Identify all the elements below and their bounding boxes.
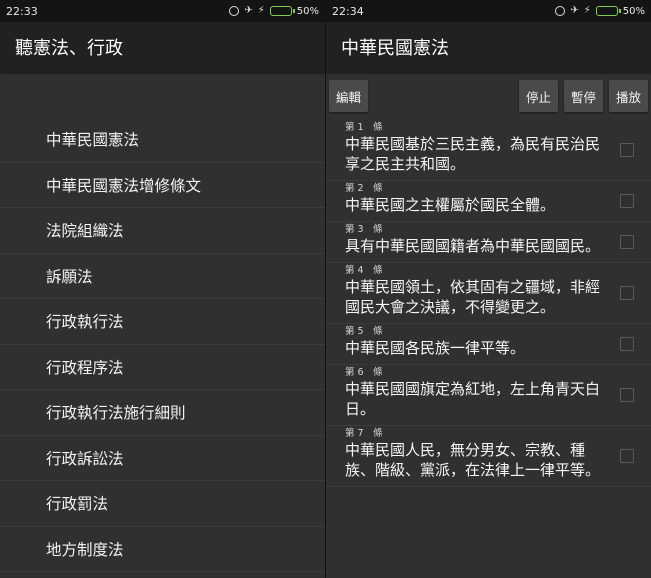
article-checkbox[interactable] <box>620 286 634 300</box>
law-list-item-label: 中華民國憲法增修條文 <box>46 176 202 195</box>
article-row[interactable]: 第 1 條中華民國基於三民主義，為民有民治民享之民主共和國。 <box>326 120 651 181</box>
status-icons: ✈ ⚡ 50% <box>555 6 645 17</box>
article-text: 中華民國基於三民主義，為民有民治民享之民主共和國。 <box>345 135 601 173</box>
app-title: 聽憲法、行政 <box>15 38 123 59</box>
stop-button[interactable]: 停止 <box>518 80 558 112</box>
article-number: 第 5 條 <box>345 326 383 337</box>
law-list-item-label: 行政罰法 <box>46 495 109 514</box>
article-number: 第 6 條 <box>345 367 383 378</box>
law-list-item-label: 法院組織法 <box>46 222 124 241</box>
law-list: 中華民國憲法中華民國憲法增修條文 法院組織法訴願法行政執行法行政程序法行政執行法施… <box>0 72 325 572</box>
article-checkbox[interactable] <box>620 337 634 351</box>
law-list-item-label: 行政訴訟法 <box>46 449 124 468</box>
article-row[interactable]: 第 3 條具有中華民國國籍者為中華民國國民。 <box>326 222 651 263</box>
article-checkbox[interactable] <box>620 194 634 208</box>
law-list-item-label: 訴願法 <box>46 267 93 286</box>
law-list-item[interactable]: 行政程序法 <box>0 345 325 390</box>
law-list-item[interactable]: 中華民國憲法增修條文 <box>0 163 325 208</box>
article-text: 中華民國各民族一律平等。 <box>345 339 526 357</box>
law-list-item-label: 地方制度法 <box>46 540 124 559</box>
article-row[interactable]: 第 5 條中華民國各民族一律平等。 <box>326 324 651 365</box>
law-list-item[interactable]: 法院組織法 <box>0 208 325 254</box>
charging-icon: ⚡ <box>257 5 265 16</box>
law-list-item[interactable]: 行政執行法 <box>0 299 325 345</box>
charging-icon: ⚡ <box>583 5 591 16</box>
article-text: 中華民國之主權屬於國民全體。 <box>345 196 556 214</box>
article-text: 中華民國領土，依其固有之疆域，非經國民大會之決議，不得變更之。 <box>345 278 601 316</box>
article-number: 第 4 條 <box>345 265 383 276</box>
article-checkbox[interactable] <box>620 388 634 402</box>
law-list-item[interactable]: 訴願法 <box>0 254 325 299</box>
article-number: 第 1 條 <box>345 122 383 133</box>
sync-icon <box>229 6 240 16</box>
article-row[interactable]: 第 2 條中華民國之主權屬於國民全體。 <box>326 181 651 222</box>
law-list-item[interactable]: 行政執行法施行細則 <box>0 390 325 436</box>
law-list-item-label: 行政執行法施行細則 <box>46 404 186 423</box>
law-list-item-label: 行政執行法 <box>46 313 124 332</box>
law-list-screen: 22:33 ✈ ⚡ 50% 聽憲法、行政 中華民國憲法中華民國憲法增修條文 法院組… <box>0 0 325 578</box>
article-checkbox[interactable] <box>620 143 634 157</box>
status-icons: ✈ ⚡ 50% <box>229 6 319 17</box>
law-list-item[interactable]: 行政訴訟法 <box>0 436 325 481</box>
article-text: 具有中華民國國籍者為中華民國國民。 <box>345 237 601 255</box>
battery-percent: 50% <box>296 5 319 17</box>
law-list-item-label: 中華民國憲法 <box>46 131 140 150</box>
status-bar: 22:34 ✈ ⚡ 50% <box>326 0 651 22</box>
airplane-mode-icon: ✈ <box>244 5 253 16</box>
article-text: 中華民國人民，無分男女、宗教、種族、階級、黨派，在法律上一律平等。 <box>345 441 601 479</box>
law-title: 中華民國憲法 <box>341 38 449 59</box>
article-number: 第 7 條 <box>345 428 383 439</box>
status-time: 22:34 <box>332 4 364 18</box>
battery-icon <box>595 6 621 16</box>
law-detail-screen: 22:34 ✈ ⚡ 50% 中華民國憲法 編輯 停止 暫停 播放 第 1 條中華… <box>326 0 651 578</box>
airplane-mode-icon: ✈ <box>570 5 579 16</box>
status-bar: 22:33 ✈ ⚡ 50% <box>0 0 325 22</box>
battery-percent: 50% <box>622 5 645 17</box>
law-list-item-label: 行政程序法 <box>46 358 124 377</box>
edit-button[interactable]: 編輯 <box>329 80 369 112</box>
article-list: 第 1 條中華民國基於三民主義，為民有民治民享之民主共和國。第 2 條中華民國之… <box>326 120 651 487</box>
law-list-item[interactable]: 行政罰法 <box>0 481 325 527</box>
law-list-item[interactable]: 中華民國憲法 <box>0 117 325 163</box>
status-time: 22:33 <box>6 4 38 18</box>
sync-icon <box>555 6 566 16</box>
article-row[interactable]: 第 7 條中華民國人民，無分男女、宗教、種族、階級、黨派，在法律上一律平等。 <box>326 426 651 487</box>
article-number: 第 2 條 <box>345 183 383 194</box>
playback-toolbar: 編輯 停止 暫停 播放 <box>326 72 651 120</box>
article-checkbox[interactable] <box>620 235 634 249</box>
article-checkbox[interactable] <box>620 449 634 463</box>
law-title-bar: 中華民國憲法 <box>326 22 651 72</box>
pause-button[interactable]: 暫停 <box>563 80 603 112</box>
article-text: 中華民國國旗定為紅地，左上角青天白日。 <box>345 380 601 418</box>
law-list-item[interactable]: 地方制度法 <box>0 527 325 572</box>
article-row[interactable]: 第 6 條中華民國國旗定為紅地，左上角青天白日。 <box>326 365 651 426</box>
app-title-bar: 聽憲法、行政 <box>0 22 325 72</box>
play-button[interactable]: 播放 <box>608 80 648 112</box>
battery-icon <box>269 6 295 16</box>
article-row[interactable]: 第 4 條中華民國領土，依其固有之疆域，非經國民大會之決議，不得變更之。 <box>326 263 651 324</box>
article-number: 第 3 條 <box>345 224 383 235</box>
